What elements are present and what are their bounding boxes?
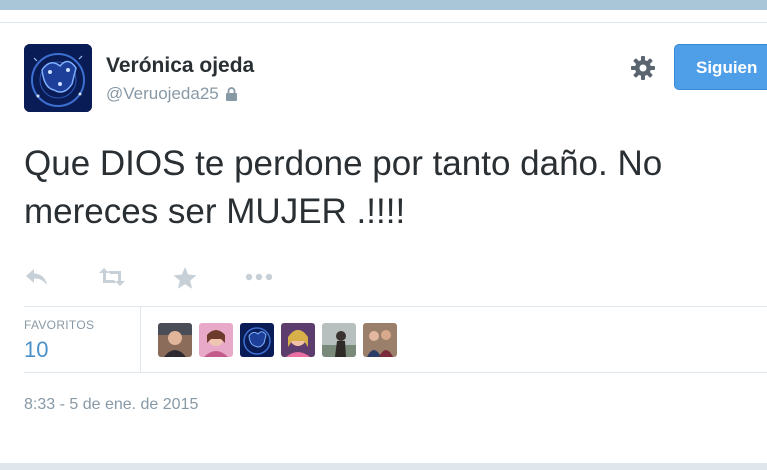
tweet-text-line: mereces ser MUJER .!!!! [24, 192, 406, 231]
more-dots-icon [245, 273, 273, 281]
user-photo-icon [363, 323, 397, 357]
tweet-text: Que DIOS te perdone por tanto daño. No m… [24, 140, 767, 236]
retweet-icon [99, 268, 125, 286]
follow-button[interactable]: Siguien [674, 44, 767, 90]
top-bar [0, 0, 767, 22]
favorited-by-avatars [158, 323, 397, 357]
favorites-count[interactable]: 10 [24, 337, 48, 363]
favoriter-avatar[interactable] [240, 323, 274, 357]
favorite-button[interactable] [172, 266, 202, 290]
favoriter-avatar[interactable] [199, 323, 233, 357]
zodiac-avatar-icon [24, 44, 92, 112]
favoriter-avatar[interactable] [363, 323, 397, 357]
author-full-name[interactable]: Verónica ojeda [106, 54, 254, 78]
retweet-button[interactable] [97, 266, 127, 290]
author-handle-row: @Veruojeda25 [106, 84, 238, 104]
reply-button[interactable] [24, 266, 54, 290]
settings-gear-button[interactable] [629, 54, 657, 82]
lock-icon [225, 86, 237, 101]
divider [24, 372, 767, 373]
user-photo-icon [199, 323, 233, 357]
more-button[interactable] [244, 266, 274, 290]
user-photo-icon [322, 323, 356, 357]
user-photo-icon [281, 323, 315, 357]
reply-icon [26, 269, 47, 285]
author-handle[interactable]: @Veruojeda25 [106, 84, 219, 104]
favorites-label: FAVORITOS [24, 318, 95, 332]
user-photo-icon [158, 323, 192, 357]
favoriter-avatar[interactable] [281, 323, 315, 357]
stats-vertical-divider [140, 307, 141, 372]
divider [24, 306, 767, 307]
favoriter-avatar[interactable] [158, 323, 192, 357]
zodiac-avatar-icon [240, 323, 274, 357]
favoriter-avatar[interactable] [322, 323, 356, 357]
gear-icon [631, 56, 655, 80]
star-icon [173, 267, 197, 289]
author-avatar[interactable] [24, 44, 92, 112]
tweet-timestamp[interactable]: 8:33 - 5 de ene. de 2015 [24, 396, 198, 414]
tweet-text-line: Que DIOS te perdone por tanto daño. No [24, 144, 663, 183]
bottom-strip [0, 463, 767, 470]
